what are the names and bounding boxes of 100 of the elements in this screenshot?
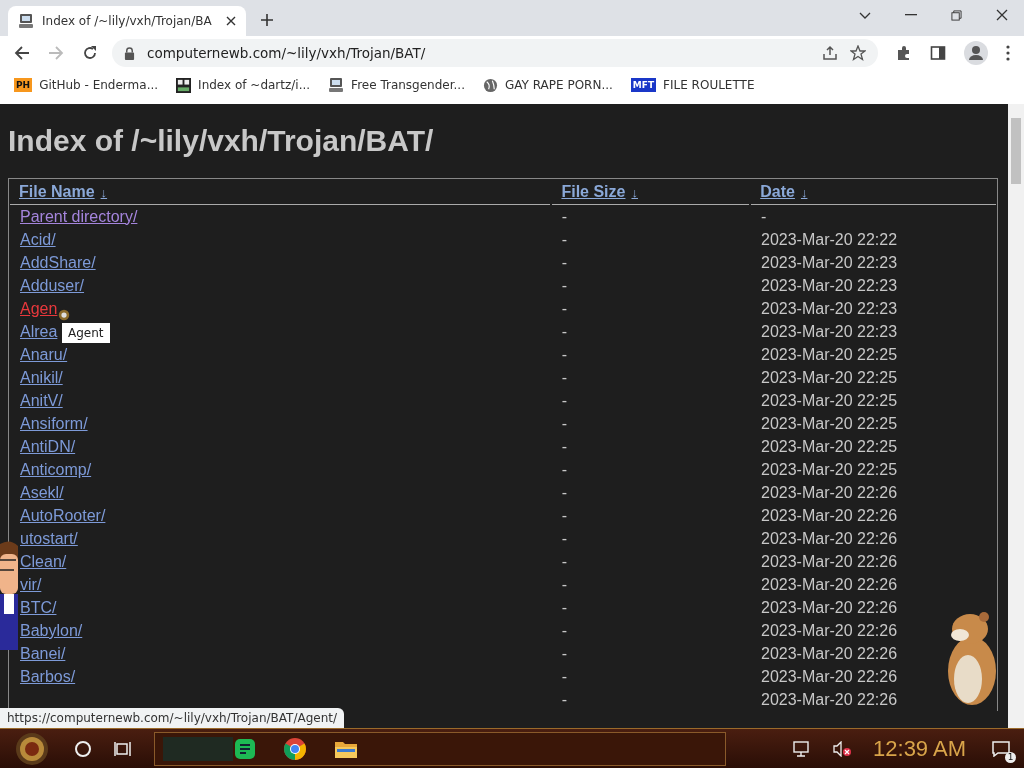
column-header-link[interactable]: Date <box>760 183 795 201</box>
date-cell: 2023-Mar-20 22:26 <box>761 483 898 501</box>
date-cell: 2023-Mar-20 22:26 <box>761 506 898 524</box>
muted-speaker-icon[interactable] <box>833 740 852 757</box>
directory-link[interactable]: AddShare/ <box>20 253 96 271</box>
folder-icon[interactable] <box>335 739 357 758</box>
status-url: https://computernewb.com/~lily/vxh/Trojan/BAT/Agent/ <box>0 708 344 728</box>
computer-icon <box>328 77 345 93</box>
bookmark-favicon: MFT <box>630 78 657 92</box>
browser-tab[interactable]: Index of /~lily/vxh/Trojan/BA <box>8 6 246 36</box>
new-tab-icon[interactable] <box>260 13 274 27</box>
date-cell: 2023-Mar-20 22:23 <box>761 253 898 271</box>
directory-link[interactable]: Parent directory/ <box>20 207 138 225</box>
date-cell: 2023-Mar-20 22:25 <box>761 460 898 478</box>
date-cell: 2023-Mar-20 22:23 <box>761 322 898 340</box>
size-cell: - <box>561 207 568 225</box>
directory-link[interactable]: Acid/ <box>20 230 56 248</box>
size-cell: - <box>561 345 568 363</box>
date-cell: 2023-Mar-20 22:23 <box>761 299 898 317</box>
cursor-icon <box>57 308 71 322</box>
network-icon[interactable] <box>793 740 812 757</box>
size-cell: - <box>561 299 568 317</box>
date-cell: - <box>761 207 767 225</box>
directory-link[interactable]: Babylon/ <box>20 621 83 639</box>
restore-icon[interactable] <box>951 9 962 21</box>
sort-link[interactable]: ↓ <box>800 184 808 200</box>
directory-link[interactable]: Anticomp/ <box>20 460 92 478</box>
size-cell: - <box>561 598 568 616</box>
date-cell: 2023-Mar-20 22:25 <box>761 391 898 409</box>
column-header-link[interactable]: File Size <box>561 183 626 201</box>
directory-link[interactable]: Asekl/ <box>20 483 64 501</box>
directory-link[interactable]: AnitV/ <box>20 391 63 409</box>
bookmark-link[interactable]: GAY RAPE PORN... <box>505 78 613 92</box>
sort-link[interactable]: ↓ <box>631 184 638 200</box>
address-bar[interactable]: computernewb.com/~lily/vxh/Trojan/BAT/ <box>112 39 878 67</box>
directory-link[interactable]: vir/ <box>20 575 42 593</box>
date-cell: 2023-Mar-20 22:26 <box>761 552 898 570</box>
directory-link[interactable]: Anaru/ <box>20 345 68 363</box>
scrollbar[interactable] <box>1008 104 1024 728</box>
size-cell: - <box>561 575 568 593</box>
directory-link[interactable]: Anikil/ <box>20 368 63 386</box>
bookmark-link[interactable]: GitHub - Enderma... <box>39 78 159 92</box>
directory-link[interactable]: Banei/ <box>20 644 66 662</box>
close-icon[interactable] <box>226 16 236 26</box>
directory-link[interactable]: Barbos/ <box>20 667 76 685</box>
directory-link[interactable]: Adduser/ <box>20 276 85 294</box>
date-cell: 2023-Mar-20 22:23 <box>761 276 898 294</box>
task-view-icon[interactable] <box>114 739 132 758</box>
globe-icon <box>483 77 498 93</box>
page-heading: Index of /~lily/vxh/Trojan/BAT/ <box>8 124 435 158</box>
back-icon[interactable] <box>14 45 30 61</box>
date-cell: 2023-Mar-20 22:25 <box>761 368 898 386</box>
size-cell: - <box>561 621 568 639</box>
size-cell: - <box>561 667 568 685</box>
bookmark-link[interactable]: FILE ROULETTE <box>663 78 755 92</box>
directory-link[interactable]: BTC/ <box>20 598 57 616</box>
reload-icon[interactable] <box>82 45 98 61</box>
minimize-icon[interactable] <box>905 14 917 16</box>
size-cell: - <box>561 253 568 271</box>
size-cell: - <box>561 506 568 524</box>
share-icon[interactable] <box>822 45 838 61</box>
sort-link[interactable]: ↓ <box>100 184 108 200</box>
close-icon[interactable] <box>996 9 1008 21</box>
menu-icon[interactable] <box>1006 45 1010 61</box>
computer-icon <box>18 13 34 29</box>
size-cell: - <box>561 230 568 248</box>
directory-link[interactable]: Alrea <box>20 322 58 340</box>
directory-link[interactable]: utostart/ <box>20 529 78 547</box>
clock[interactable]: 12:39 AM <box>873 735 966 762</box>
search-circle-icon[interactable] <box>74 739 92 758</box>
notification-button[interactable]: 1 <box>988 736 1014 761</box>
directory-link[interactable]: Clean/ <box>20 552 67 570</box>
bookmark-favicon: PH <box>14 78 33 92</box>
size-cell: - <box>561 276 568 294</box>
profile-icon[interactable] <box>964 41 988 65</box>
side-panel-icon[interactable] <box>930 45 946 61</box>
date-cell: 2023-Mar-20 22:26 <box>761 667 898 685</box>
bookmark-link[interactable]: Index of ~dartz/i... <box>198 78 311 92</box>
chrome-icon[interactable] <box>283 736 307 761</box>
puzzle-icon[interactable] <box>896 45 912 61</box>
lock-icon <box>124 46 135 60</box>
size-cell: - <box>561 644 568 662</box>
tooltip: Agent <box>62 323 110 343</box>
date-cell: 2023-Mar-20 22:26 <box>761 621 898 639</box>
date-cell: 2023-Mar-20 22:26 <box>761 644 898 662</box>
column-header-link[interactable]: File Name <box>19 183 95 201</box>
directory-link[interactable]: Agen <box>20 299 58 317</box>
size-cell: - <box>561 322 568 340</box>
bookmark-link[interactable]: Free Transgender... <box>351 78 465 92</box>
directory-link[interactable]: AntiDN/ <box>20 437 76 455</box>
size-cell: - <box>561 368 568 386</box>
directory-link[interactable]: AutoRooter/ <box>20 506 106 524</box>
size-cell: - <box>561 483 568 501</box>
size-cell: - <box>561 460 568 478</box>
size-cell: - <box>561 552 568 570</box>
directory-link[interactable]: Ansiform/ <box>20 414 88 432</box>
notification-icon <box>992 740 1010 757</box>
notes-app-icon[interactable] <box>235 738 255 759</box>
star-icon[interactable] <box>850 45 866 61</box>
date-cell: 2023-Mar-20 22:25 <box>761 345 898 363</box>
